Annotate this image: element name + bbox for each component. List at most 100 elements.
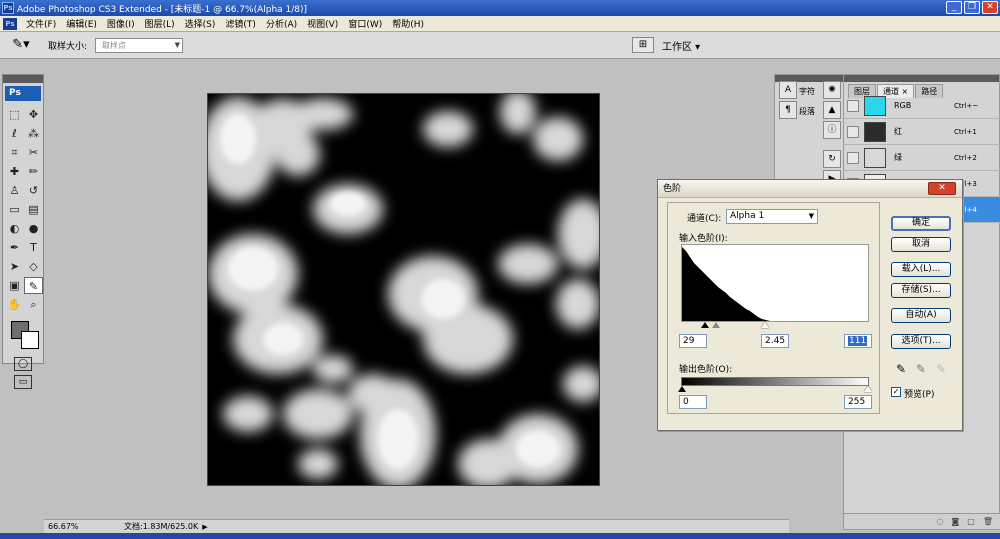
paragraph-panel-label[interactable]: 段落 [799,106,815,117]
eye-icon[interactable] [847,151,859,164]
preview-label[interactable]: 预览(P) [904,387,934,400]
menu-image[interactable]: 图像(I) [102,17,140,30]
delete-channel-icon[interactable]: 🗑 [983,517,993,526]
input-white-slider[interactable] [761,322,769,328]
auto-button[interactable]: 自动(A) [891,308,951,323]
clone-stamp-tool-icon[interactable]: ♙ [5,182,24,199]
lasso-tool-icon[interactable]: ℓ [5,125,24,142]
save-selection-icon[interactable]: ◙ [952,517,960,526]
input-black-field[interactable]: 29 [679,334,707,348]
histogram-panel-icon[interactable]: ▲ [823,101,841,119]
output-black-field[interactable]: 0 [679,395,707,409]
eyedropper-tool-icon[interactable]: ✎ [24,277,43,294]
type-tool-icon[interactable]: T [24,239,43,256]
eyedropper-tool-preset-icon[interactable]: ✎▾ [8,35,34,55]
move-tool-icon[interactable]: ✥ [24,106,43,123]
minimize-button[interactable]: _ [946,1,962,14]
sample-size-select[interactable]: 取样点 ▼ [95,37,184,53]
workspace-switcher-icon[interactable]: ⊞ [632,37,654,53]
input-gamma-slider[interactable] [712,322,720,328]
eye-icon[interactable] [847,125,859,138]
history-panel-icon[interactable]: ↻ [823,150,841,168]
histogram-graph [682,247,770,321]
channel-shortcut: Ctrl+1 [954,127,977,136]
menu-window[interactable]: 窗口(W) [343,17,387,30]
menu-analysis[interactable]: 分析(A) [261,17,302,30]
cancel-button[interactable]: 取消 [891,237,951,252]
dodge-tool-icon[interactable]: ● [24,220,43,237]
channel-label: 通道(C): [687,214,722,224]
window-controls: _ ❐ ✕ [946,1,998,14]
load-button[interactable]: 载入(L)... [891,262,951,277]
white-eyedropper-icon[interactable]: ✎ [936,362,946,376]
menu-help[interactable]: 帮助(H) [387,17,429,30]
gray-eyedropper-icon[interactable]: ✎ [916,362,926,376]
character-panel-icon[interactable]: A [779,81,797,99]
channel-row-rgb[interactable]: RGB Ctrl+~ [844,93,1000,119]
ok-button[interactable]: 确定 [891,216,951,231]
brush-tool-icon[interactable]: ✏ [24,163,43,180]
menu-select[interactable]: 选择(S) [180,17,221,30]
restore-button[interactable]: ❐ [964,1,980,14]
levels-dialog-titlebar[interactable]: 色阶 ✕ [658,180,962,198]
slice-tool-icon[interactable]: ✂ [24,144,43,161]
background-color-swatch[interactable] [21,331,39,349]
workspace-menu[interactable]: 工作区 ▾ [662,38,700,53]
title-bar: Ps Adobe Photoshop CS3 Extended - [未标题-1… [0,0,1000,16]
info-panel-icon[interactable]: ⓘ [823,121,841,139]
menu-file[interactable]: 文件(F) [21,17,61,30]
channels-panel-header[interactable] [844,75,999,82]
input-white-field[interactable]: 111 [844,334,872,348]
document-canvas[interactable] [207,93,600,486]
menu-layer[interactable]: 图层(L) [140,17,180,30]
screen-mode-icon[interactable]: ▭ [14,375,32,389]
blur-tool-icon[interactable]: ◐ [5,220,24,237]
healing-brush-tool-icon[interactable]: ✚ [5,163,24,180]
black-eyedropper-icon[interactable]: ✎ [896,362,906,376]
load-selection-icon[interactable]: ◌ [937,517,944,526]
zoom-tool-icon[interactable]: ⌕ [24,296,43,313]
output-black-slider[interactable] [678,386,686,392]
zoom-level[interactable]: 66.67% [44,522,84,531]
preview-checkbox[interactable]: ✓ [891,387,901,397]
input-gamma-field[interactable]: 2.45 [761,334,789,348]
channel-select[interactable]: Alpha 1 ▼ [726,209,818,224]
document-info[interactable]: 文档:1.83M/625.0K [124,521,198,532]
notes-tool-icon[interactable]: ▣ [5,277,24,294]
quick-mask-icon[interactable]: ◯ [14,357,32,371]
eye-icon[interactable] [847,99,859,112]
path-selection-tool-icon[interactable]: ➤ [5,258,24,275]
ps-menu-icon[interactable]: Ps [3,17,17,30]
menu-edit[interactable]: 编辑(E) [61,17,102,30]
close-window-button[interactable]: ✕ [982,1,998,14]
output-white-field[interactable]: 255 [844,395,872,409]
channel-row-red[interactable]: 红 Ctrl+1 [844,119,1000,145]
dialog-close-button[interactable]: ✕ [928,182,956,195]
character-panel-label[interactable]: 字符 [799,86,815,97]
marquee-tool-icon[interactable]: ⬚ [5,106,24,123]
channel-row-green[interactable]: 绿 Ctrl+2 [844,145,1000,171]
gradient-tool-icon[interactable]: ▤ [24,201,43,218]
input-levels-label: 输入色阶(I): [679,234,728,244]
history-brush-tool-icon[interactable]: ↺ [24,182,43,199]
input-black-slider[interactable] [701,322,709,328]
eraser-tool-icon[interactable]: ▭ [5,201,24,218]
navigator-panel-icon[interactable]: ✺ [823,81,841,99]
taskbar [0,533,1000,539]
toolbox-header[interactable] [3,75,43,83]
crop-tool-icon[interactable]: ⌗ [5,144,24,161]
hand-tool-icon[interactable]: ✋ [5,296,24,313]
new-channel-icon[interactable]: ▢ [967,517,975,526]
menu-view[interactable]: 视图(V) [302,17,343,30]
channel-name: RGB [894,101,912,110]
options-button[interactable]: 选项(T)... [891,334,951,349]
paragraph-panel-icon[interactable]: ¶ [779,101,797,119]
menu-filter[interactable]: 滤镜(T) [220,17,261,30]
status-menu-arrow-icon[interactable]: ▶ [202,523,207,531]
color-swatches [5,319,41,353]
shape-tool-icon[interactable]: ◇ [24,258,43,275]
magic-wand-tool-icon[interactable]: ⁂ [24,125,43,142]
pen-tool-icon[interactable]: ✒ [5,239,24,256]
output-white-slider[interactable] [864,386,872,392]
save-button[interactable]: 存储(S)... [891,283,951,298]
